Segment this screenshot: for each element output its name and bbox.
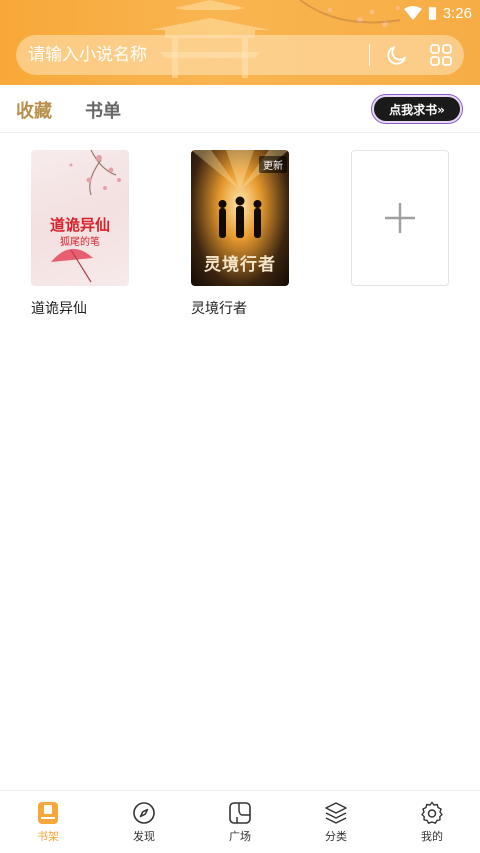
moon-icon[interactable] [384, 42, 410, 68]
nav-label: 我的 [421, 830, 443, 843]
search-divider [369, 44, 370, 66]
square-icon [229, 802, 251, 824]
add-book-button[interactable] [351, 150, 449, 286]
nav-label: 发现 [133, 830, 155, 843]
cover-title: 灵境行者 [204, 255, 276, 275]
book-title[interactable]: 灵境行者 [191, 298, 289, 318]
book-title[interactable]: 道诡异仙 [31, 298, 129, 318]
layers-icon [325, 802, 347, 824]
grid-icon[interactable] [428, 42, 454, 68]
book-cover[interactable]: 道诡异仙 狐尾的笔 [31, 150, 129, 286]
wifi-icon [403, 6, 422, 20]
book-item[interactable]: 更新 灵境行者 灵境行者 [191, 150, 289, 318]
bottom-nav: 书架 发现 广场 分类 我的 [0, 790, 480, 853]
top-header: 3:26 [0, 0, 480, 85]
status-bar: 3:26 [403, 3, 472, 23]
nav-item-bookshelf[interactable]: 书架 [18, 801, 78, 844]
tab-favorites[interactable]: 收藏 [16, 97, 52, 123]
update-badge: 更新 [259, 156, 287, 173]
nav-item-category[interactable]: 分类 [306, 801, 366, 844]
status-time: 3:26 [442, 4, 472, 22]
cover-author: 狐尾的笔 [60, 237, 100, 248]
search-input[interactable] [16, 35, 369, 75]
bookshelf-icon [38, 802, 58, 824]
shelf-tabs: 收藏 书单 点我求书» [0, 85, 480, 133]
book-item[interactable]: 道诡异仙 狐尾的笔 道诡异仙 [31, 150, 129, 318]
book-cover[interactable]: 更新 灵境行者 [191, 150, 289, 286]
request-book-button[interactable]: 点我求书» [372, 95, 462, 123]
search-bar[interactable] [16, 35, 464, 75]
nav-label: 分类 [325, 830, 347, 843]
nav-item-discover[interactable]: 发现 [114, 801, 174, 844]
nav-label: 广场 [229, 830, 251, 843]
nav-item-mine[interactable]: 我的 [402, 801, 462, 844]
nav-label: 书架 [37, 830, 59, 843]
nav-item-plaza[interactable]: 广场 [210, 801, 270, 844]
gear-icon [421, 801, 443, 824]
cover-title: 道诡异仙 [49, 216, 110, 234]
plus-icon [385, 203, 415, 233]
compass-icon [133, 802, 155, 824]
battery-icon [428, 6, 436, 20]
tab-booklist[interactable]: 书单 [85, 97, 121, 123]
